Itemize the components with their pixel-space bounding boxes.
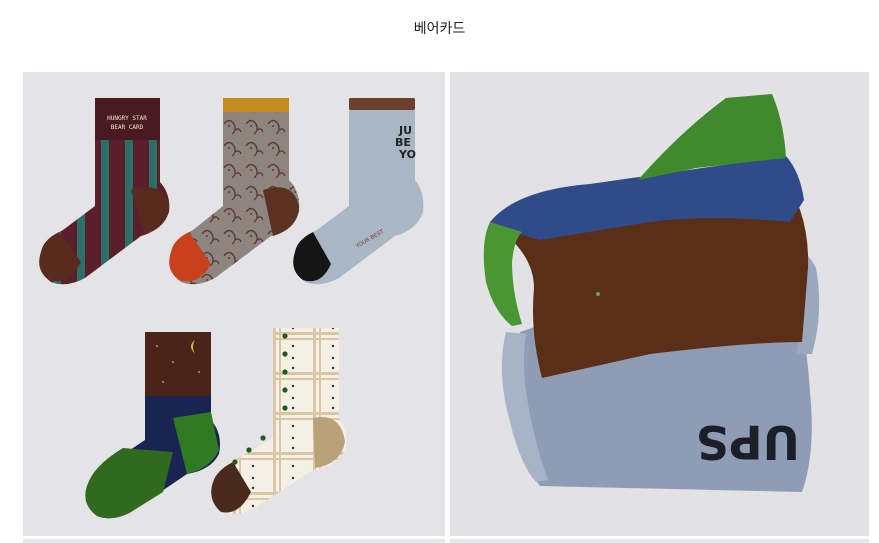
sock-dog-pattern <box>169 98 300 285</box>
next-image-edge-right <box>450 539 869 543</box>
sock-night-sky <box>85 332 220 519</box>
sock-maroon-stripe: HUNGRY STAR BEAR CARD <box>39 98 170 285</box>
product-image-folded-socks[interactable]: UPS <box>450 72 869 536</box>
sock-plaid-dots <box>211 328 347 515</box>
product-image-sock-set[interactable]: HUNGRY STAR BEAR CARD JU BE YO YOUR BEST <box>23 72 445 536</box>
svg-text:UPS: UPS <box>696 415 800 469</box>
sock-text-yo: YO <box>398 148 416 161</box>
sock-text-bear-card: BEAR CARD <box>111 124 144 131</box>
sock-light-blue: JU BE YO YOUR BEST <box>293 98 424 285</box>
next-image-edge-left <box>23 539 445 543</box>
page-title: 베어카드 <box>413 21 466 37</box>
sock-text-hungry-star: HUNGRY STAR <box>107 115 147 122</box>
